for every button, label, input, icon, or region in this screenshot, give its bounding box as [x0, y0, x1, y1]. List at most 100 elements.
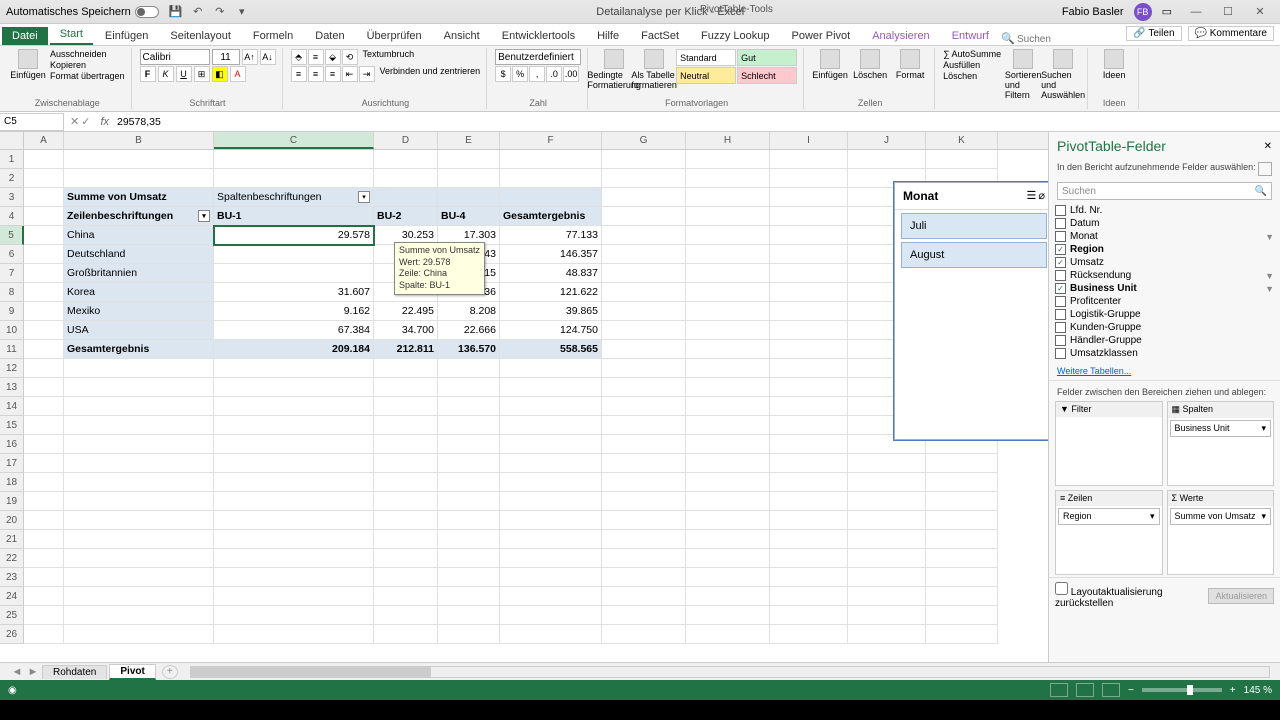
cell[interactable]: 9.162: [214, 302, 374, 321]
tab-fuzzy[interactable]: Fuzzy Lookup: [691, 27, 779, 45]
cell[interactable]: [214, 606, 374, 625]
cell[interactable]: 22.495: [374, 302, 438, 321]
row-header[interactable]: 8: [0, 283, 24, 302]
cell[interactable]: [848, 150, 926, 169]
cell[interactable]: [24, 587, 64, 606]
zoom-level[interactable]: 145 %: [1244, 685, 1272, 696]
cell[interactable]: [24, 150, 64, 169]
cell[interactable]: [602, 530, 686, 549]
cell[interactable]: [602, 549, 686, 568]
percent-icon[interactable]: %: [512, 66, 528, 82]
insert-cells-button[interactable]: Einfügen: [812, 49, 848, 80]
cell[interactable]: 29.578: [214, 226, 374, 245]
cell[interactable]: [500, 549, 602, 568]
name-box[interactable]: C5: [0, 113, 64, 131]
cell[interactable]: [374, 416, 438, 435]
ribbon-display-icon[interactable]: ▭: [1162, 5, 1172, 18]
cell[interactable]: [24, 245, 64, 264]
cell[interactable]: [686, 188, 770, 207]
cell[interactable]: [64, 511, 214, 530]
autosave-toggle[interactable]: Automatisches Speichern: [6, 6, 159, 18]
sheet-nav-next-icon[interactable]: ►: [26, 666, 40, 678]
checkbox-icon[interactable]: [1055, 309, 1066, 320]
search-icon[interactable]: 🔍: [1001, 32, 1015, 45]
cell[interactable]: [438, 169, 500, 188]
row-header[interactable]: 13: [0, 378, 24, 397]
cell[interactable]: [602, 416, 686, 435]
cell[interactable]: [438, 454, 500, 473]
checkbox-icon[interactable]: [1055, 322, 1066, 333]
update-button[interactable]: Aktualisieren: [1208, 588, 1274, 604]
cell[interactable]: 67.384: [214, 321, 374, 340]
cell[interactable]: [926, 568, 998, 587]
undo-icon[interactable]: ↶: [191, 5, 205, 19]
style-schlecht[interactable]: Schlecht: [737, 67, 797, 84]
tab-review[interactable]: Überprüfen: [357, 27, 432, 45]
cell[interactable]: [438, 606, 500, 625]
cell[interactable]: [848, 511, 926, 530]
cell[interactable]: [602, 568, 686, 587]
cell[interactable]: [602, 359, 686, 378]
row-header[interactable]: 11: [0, 340, 24, 359]
cell[interactable]: [24, 283, 64, 302]
cell[interactable]: [602, 378, 686, 397]
cell[interactable]: 77.133: [500, 226, 602, 245]
defer-layout-checkbox[interactable]: Layoutaktualisierung zurückstellen: [1055, 582, 1208, 609]
cell[interactable]: 121.622: [500, 283, 602, 302]
cell[interactable]: [602, 340, 686, 359]
cell[interactable]: [500, 359, 602, 378]
cell[interactable]: [770, 492, 848, 511]
cell[interactable]: [24, 188, 64, 207]
drop-item[interactable]: Summe von Umsatz▾: [1170, 508, 1272, 525]
align-right-icon[interactable]: ≡: [325, 66, 341, 82]
cell[interactable]: [500, 378, 602, 397]
tab-file[interactable]: Datei: [2, 27, 48, 45]
currency-icon[interactable]: $: [495, 66, 511, 82]
field-item[interactable]: Datum: [1055, 217, 1274, 230]
field-filter-icon[interactable]: ▼: [1265, 284, 1274, 294]
cell[interactable]: [602, 264, 686, 283]
cell[interactable]: [770, 226, 848, 245]
cell[interactable]: 146.357: [500, 245, 602, 264]
cell[interactable]: [686, 283, 770, 302]
align-center-icon[interactable]: ≡: [308, 66, 324, 82]
cell[interactable]: [770, 207, 848, 226]
checkbox-icon[interactable]: [1055, 335, 1066, 346]
cell[interactable]: [24, 264, 64, 283]
cell[interactable]: [686, 245, 770, 264]
cell[interactable]: [770, 549, 848, 568]
cell[interactable]: [686, 568, 770, 587]
cell[interactable]: [686, 264, 770, 283]
cell[interactable]: [214, 568, 374, 587]
drop-values[interactable]: Σ WerteSumme von Umsatz▾: [1167, 490, 1275, 575]
sort-filter-button[interactable]: Sortieren und Filtern: [1005, 49, 1041, 100]
shrink-font-icon[interactable]: A↓: [260, 49, 276, 65]
cell[interactable]: Gesamtergebnis: [64, 340, 214, 359]
slicer-item[interactable]: August: [901, 242, 1047, 268]
row-header[interactable]: 4: [0, 207, 24, 226]
cell[interactable]: [214, 150, 374, 169]
cell[interactable]: [686, 511, 770, 530]
cell[interactable]: [686, 549, 770, 568]
cell[interactable]: [374, 169, 438, 188]
drop-item[interactable]: Business Unit▾: [1170, 420, 1272, 437]
cell[interactable]: [374, 530, 438, 549]
tab-design[interactable]: Entwurf: [942, 27, 999, 45]
cell[interactable]: [438, 150, 500, 169]
cell[interactable]: [848, 492, 926, 511]
cell[interactable]: [214, 169, 374, 188]
enter-formula-icon[interactable]: ✓: [81, 115, 90, 128]
cell[interactable]: [374, 549, 438, 568]
cell[interactable]: [848, 549, 926, 568]
drop-columns[interactable]: ▦ SpaltenBusiness Unit▾: [1167, 401, 1275, 486]
cell[interactable]: [64, 378, 214, 397]
cell[interactable]: [214, 264, 374, 283]
cell[interactable]: [602, 302, 686, 321]
row-header[interactable]: 26: [0, 625, 24, 644]
cell[interactable]: [500, 606, 602, 625]
cell[interactable]: [500, 454, 602, 473]
delete-cells-button[interactable]: Löschen: [852, 49, 888, 80]
cell[interactable]: 136.570: [438, 340, 500, 359]
pane-close-icon[interactable]: ✕: [1264, 141, 1272, 152]
cell[interactable]: [214, 511, 374, 530]
